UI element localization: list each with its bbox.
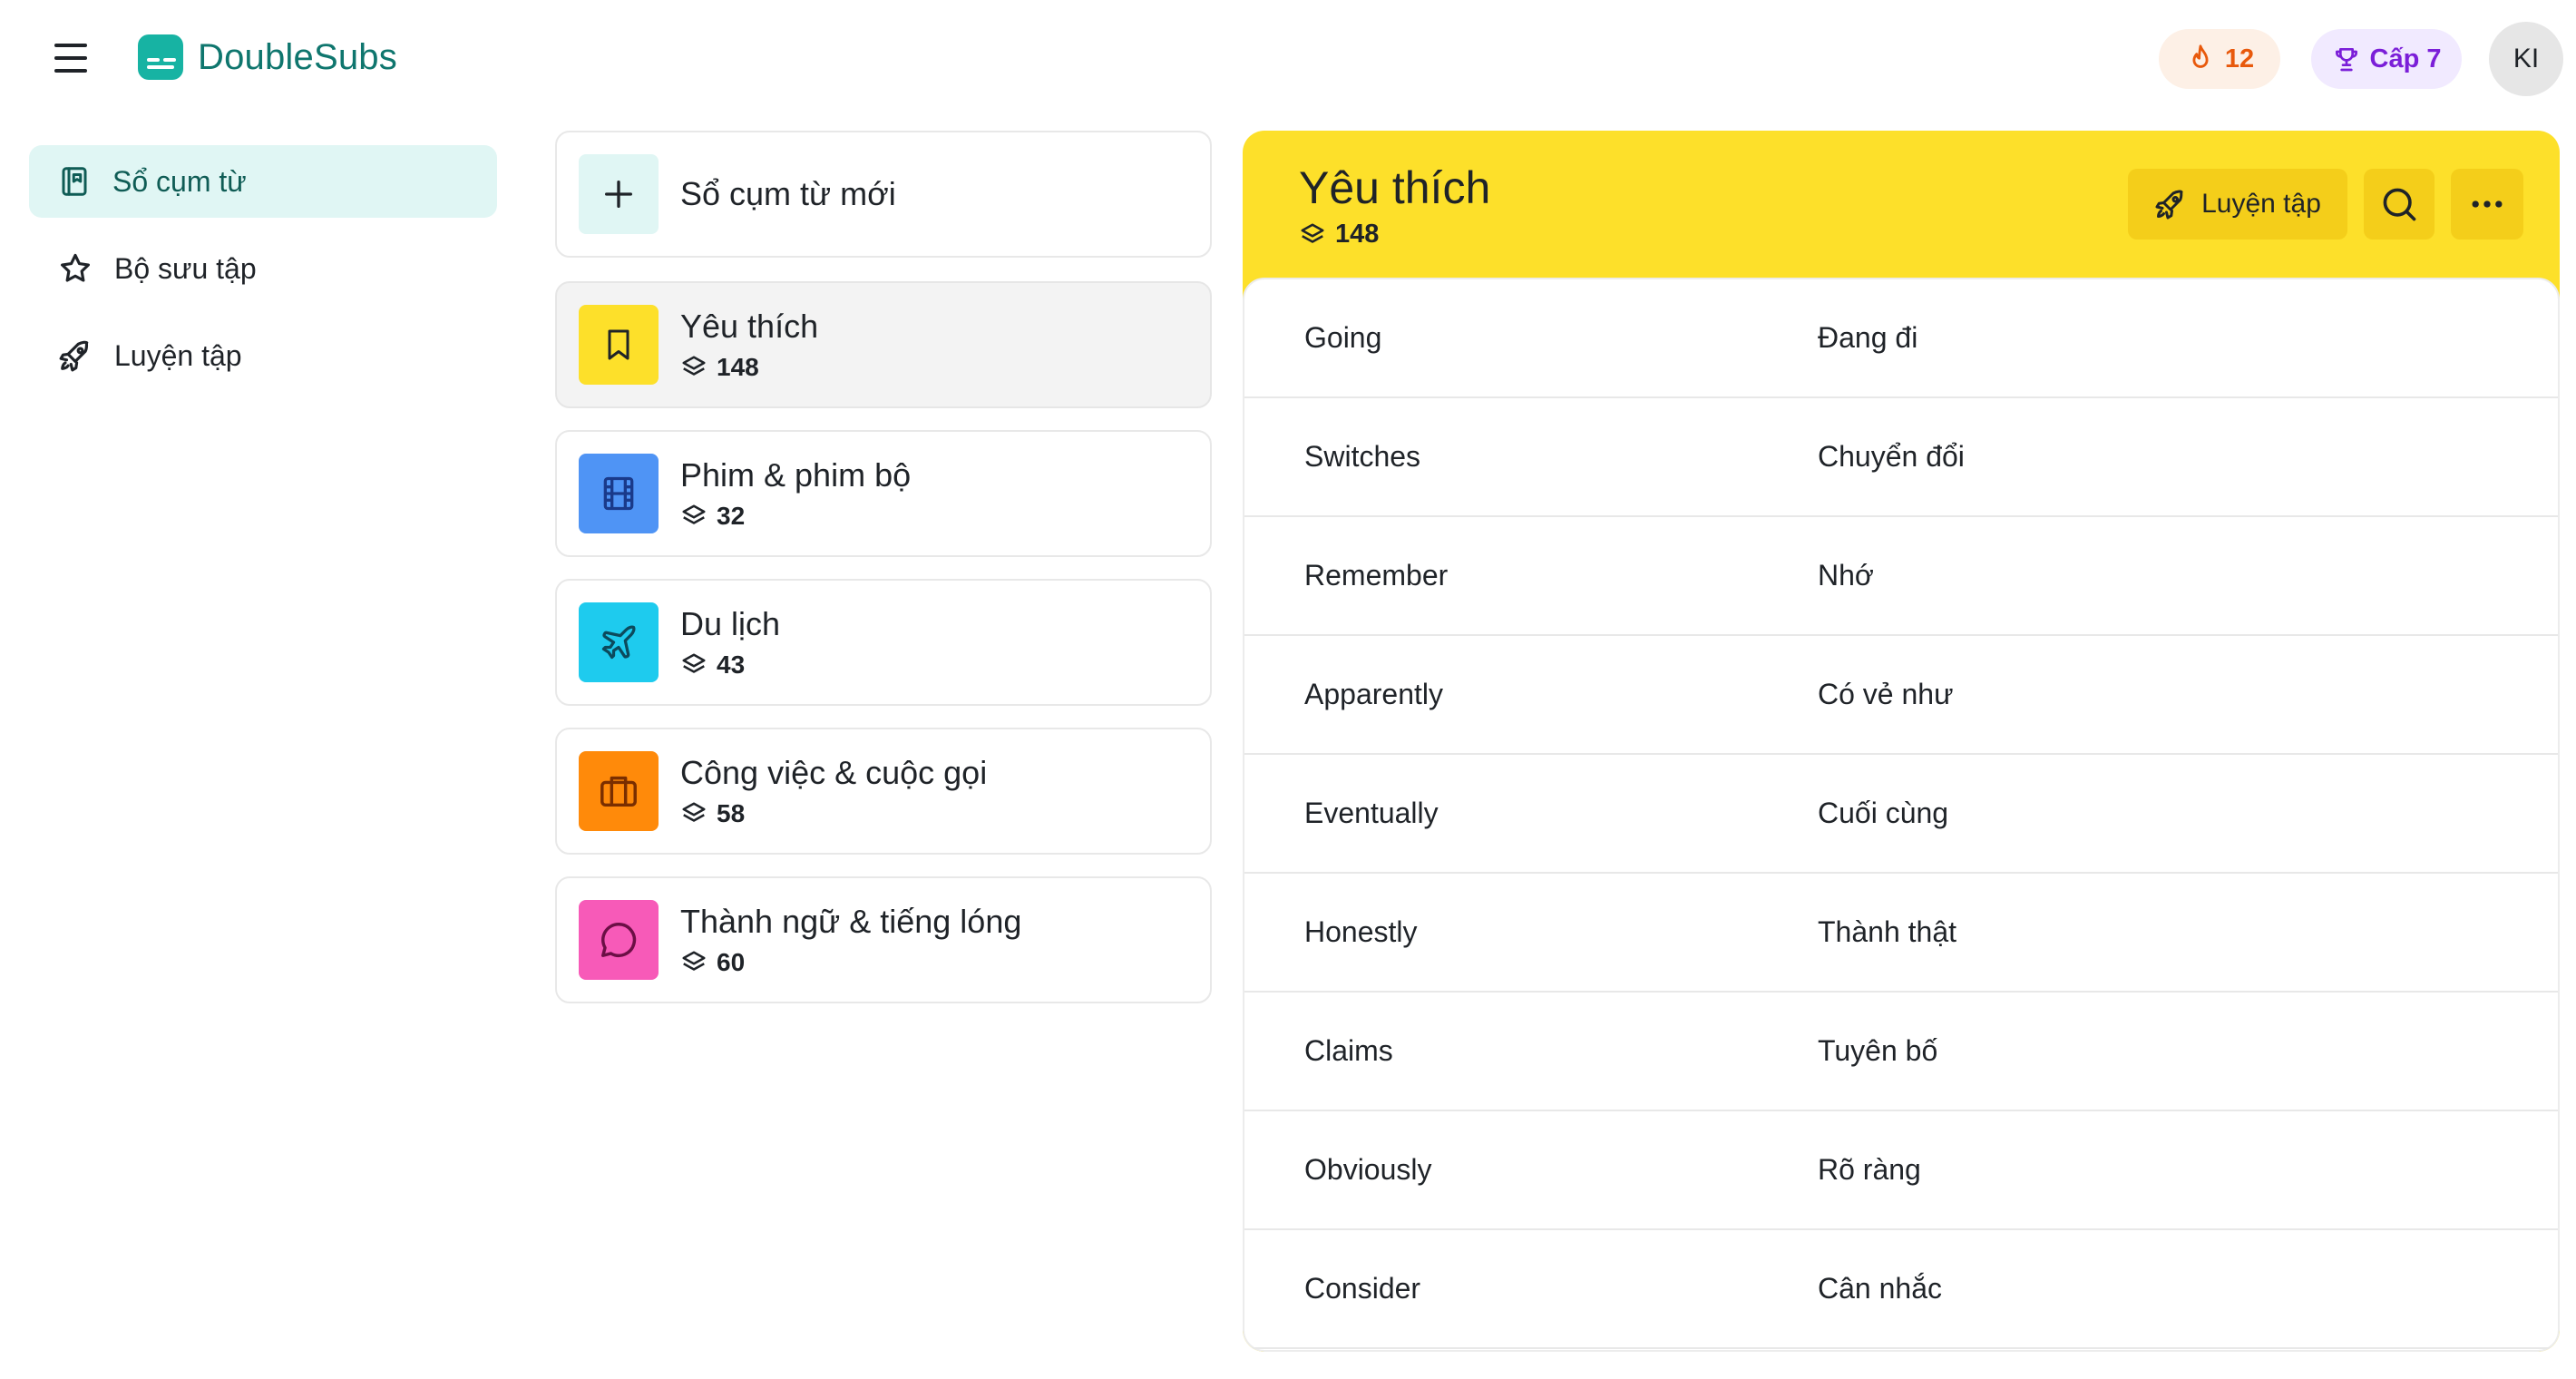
- phrase-meaning: Nhớ: [1818, 559, 1874, 592]
- phrase-meaning: Đang đi: [1818, 321, 1918, 354]
- notebook-icon: [62, 167, 87, 196]
- practice-button[interactable]: Luyện tập: [2128, 169, 2347, 240]
- phrase-row[interactable]: Remember Nhớ: [1244, 517, 2558, 636]
- layers-icon: [682, 653, 706, 673]
- level-label: Cấp 7: [2369, 44, 2442, 73]
- level-badge[interactable]: Cấp 7: [2311, 29, 2462, 89]
- app-logo[interactable]: DoubleSubs: [138, 34, 397, 80]
- sidebar-item-label: Sổ cụm từ: [112, 164, 247, 198]
- layers-icon: [1301, 223, 1324, 243]
- new-phrasebook-button[interactable]: Sổ cụm từ mới: [555, 131, 1212, 258]
- layers-icon: [682, 951, 706, 971]
- plus-icon: [579, 154, 659, 234]
- more-horizontal-icon: [2472, 200, 2503, 208]
- phrase-term: Obviously: [1304, 1153, 1432, 1186]
- layers-icon: [682, 802, 706, 822]
- phrasebook-title: Phim & phim bộ: [680, 456, 912, 494]
- phrase-meaning: Tuyên bố: [1818, 1034, 1938, 1067]
- sidebar-item-phrasebook[interactable]: Sổ cụm từ: [29, 145, 497, 218]
- phrase-term: Claims: [1304, 1034, 1393, 1067]
- phrase-row[interactable]: Going Đang đi: [1244, 279, 2558, 398]
- phrase-row[interactable]: Consider Cân nhắc: [1244, 1230, 2558, 1349]
- phrasebook-item-favorites[interactable]: Yêu thích 148: [555, 281, 1212, 408]
- phrase-row[interactable]: Honestly Thành thật: [1244, 874, 2558, 993]
- phrase-meaning: Thành thật: [1818, 915, 1956, 948]
- phrasebook-item-work[interactable]: Công việc & cuộc gọi 58: [555, 728, 1212, 855]
- briefcase-icon: [579, 751, 659, 831]
- film-icon: [579, 454, 659, 533]
- phrase-meaning: Có vẻ như: [1818, 678, 1954, 710]
- bookmark-icon: [579, 305, 659, 385]
- phrase-term: Honestly: [1304, 915, 1418, 948]
- phrase-meaning: Cuối cùng: [1818, 797, 1949, 829]
- phrasebook-count: 43: [680, 650, 780, 680]
- phrasebook-count: 148: [680, 353, 818, 382]
- phrase-meaning: Rõ ràng: [1818, 1153, 1921, 1186]
- phrase-term: Consider: [1304, 1272, 1421, 1305]
- streak-badge[interactable]: 12: [2159, 29, 2280, 89]
- phrasebook-count: 60: [680, 948, 1021, 977]
- plane-icon: [579, 602, 659, 682]
- rocket-icon: [2155, 190, 2183, 220]
- phrase-row[interactable]: Apparently Có vẻ như: [1244, 636, 2558, 755]
- hamburger-icon[interactable]: [54, 44, 91, 73]
- practice-label: Luyện tập: [2201, 189, 2321, 219]
- phrase-term: Remember: [1304, 559, 1449, 592]
- trophy-icon: [2335, 48, 2357, 72]
- phrasebook-count: 58: [680, 799, 987, 828]
- phrase-term: Eventually: [1304, 797, 1439, 829]
- new-phrasebook-label: Sổ cụm từ mới: [680, 175, 896, 212]
- phrase-list: Going Đang đi Switches Chuyển đổi Rememb…: [1243, 278, 2560, 1352]
- sidebar-item-label: Bộ sưu tập: [114, 251, 257, 285]
- phrasebook-title: Du lịch: [680, 605, 781, 642]
- phrasebook-title: Yêu thích: [680, 308, 819, 345]
- sidebar-item-collections[interactable]: Bộ sưu tập: [29, 232, 497, 305]
- phrasebook-item-idioms[interactable]: Thành ngữ & tiếng lóng 60: [555, 876, 1212, 1003]
- phrase-term: Going: [1304, 321, 1382, 354]
- avatar[interactable]: KI: [2489, 22, 2563, 96]
- phrasebook-item-travel[interactable]: Du lịch 43: [555, 579, 1212, 706]
- phrasebook-title: Thành ngữ & tiếng lóng: [680, 903, 1022, 940]
- phrasebook-item-movies[interactable]: Phim & phim bộ 32: [555, 430, 1212, 557]
- sidebar-item-label: Luyện tập: [114, 338, 242, 372]
- more-options-button[interactable]: [2451, 169, 2523, 240]
- flame-icon: [2192, 44, 2209, 68]
- phrase-row[interactable]: Eventually Cuối cùng: [1244, 755, 2558, 874]
- star-icon: [61, 253, 90, 282]
- phrase-term: Apparently: [1304, 678, 1443, 710]
- phrase-row[interactable]: Claims Tuyên bố: [1244, 993, 2558, 1111]
- layers-icon: [682, 356, 706, 376]
- chat-bubble-icon: [579, 900, 659, 980]
- sidebar-item-practice[interactable]: Luyện tập: [29, 319, 497, 392]
- phrasebook-title: Công việc & cuộc gọi: [680, 754, 988, 791]
- app-name: DoubleSubs: [198, 36, 397, 77]
- subtitles-icon: [138, 34, 183, 80]
- rocket-icon: [59, 340, 89, 372]
- avatar-initials: KI: [2513, 44, 2540, 73]
- panel-title: Yêu thích: [1299, 162, 1491, 213]
- streak-count: 12: [2224, 44, 2255, 73]
- phrasebook-count: 32: [680, 502, 911, 531]
- layers-icon: [682, 504, 706, 524]
- phrase-row[interactable]: Obviously Rõ ràng: [1244, 1111, 2558, 1230]
- phrase-term: Switches: [1304, 440, 1421, 473]
- panel-count: 148: [1299, 220, 1379, 249]
- phrase-meaning: Chuyển đổi: [1818, 440, 1965, 473]
- search-icon: [2383, 188, 2416, 221]
- search-button[interactable]: [2364, 169, 2435, 240]
- phrase-meaning: Cân nhắc: [1818, 1272, 1942, 1305]
- phrase-row[interactable]: Switches Chuyển đổi: [1244, 398, 2558, 517]
- phrasebook-detail-panel: Yêu thích 148 Luyện tập Going Đang đi Sw…: [1243, 131, 2560, 1352]
